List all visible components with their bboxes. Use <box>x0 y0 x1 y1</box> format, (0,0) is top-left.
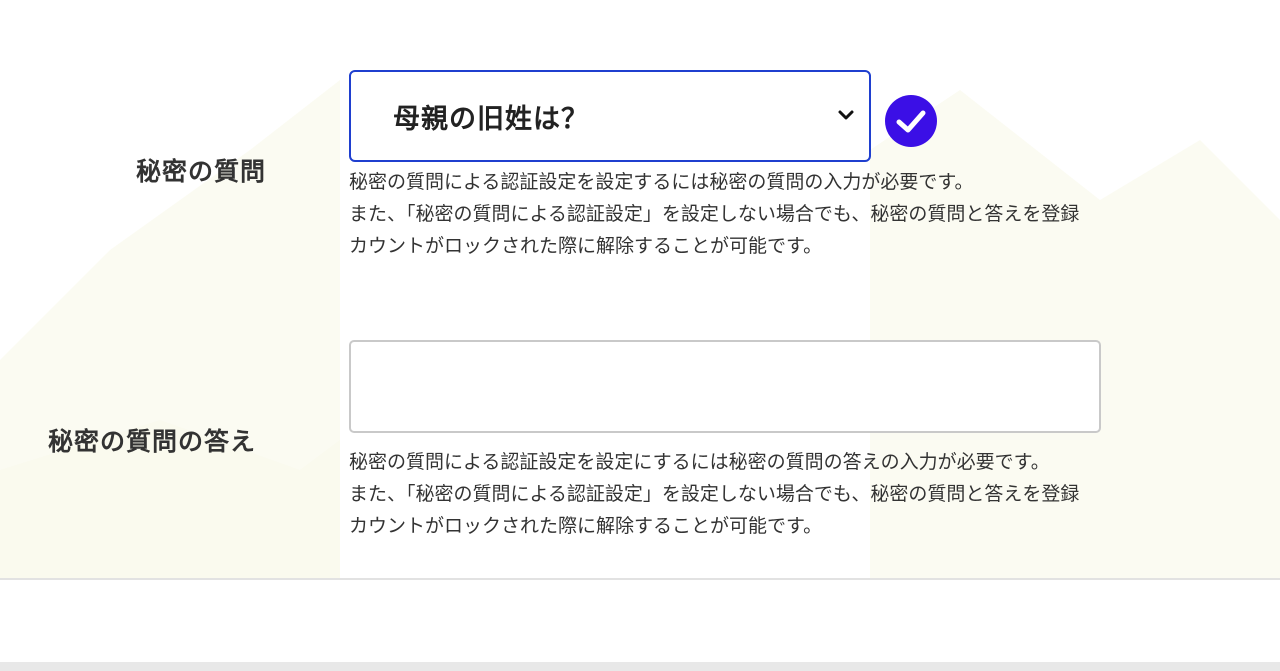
secret-question-selected-value: 母親の旧姓は？ <box>393 103 589 135</box>
help-line: また、「秘密の質問による認証設定」を設定しない場合でも、秘密の質問と答えを登録 <box>349 483 1080 505</box>
help-line: 秘密の質問による認証設定を設定するには秘密の質問の入力が必要です。 <box>349 171 974 193</box>
secret-answer-help-text: 秘密の質問による認証設定を設定にするには秘密の質問の答えの入力が必要です。 また… <box>349 446 1280 542</box>
help-line: また、「秘密の質問による認証設定」を設定しない場合でも、秘密の質問と答えを登録 <box>349 203 1080 225</box>
check-circle-icon <box>885 95 937 147</box>
secret-answer-input[interactable] <box>349 340 1101 433</box>
bottom-bar <box>0 662 1280 671</box>
secret-question-select[interactable]: 母親の旧姓は？ <box>349 70 871 162</box>
help-line: 秘密の質問による認証設定を設定にするには秘密の質問の答えの入力が必要です。 <box>349 451 1050 473</box>
secret-question-help-text: 秘密の質問による認証設定を設定するには秘密の質問の入力が必要です。 また、「秘密… <box>349 166 1280 262</box>
secret-answer-label: 秘密の質問の答え <box>48 427 257 456</box>
chevron-down-icon <box>838 110 854 120</box>
help-line: カウントがロックされた際に解除することが可能です。 <box>349 515 823 537</box>
secret-question-label: 秘密の質問 <box>136 157 267 186</box>
help-line: カウントがロックされた際に解除することが可能です。 <box>349 235 823 257</box>
secret-question-form: 秘密の質問 母親の旧姓は？ 秘密の質問による認証設定を設定するには秘密の質問の入… <box>0 0 1280 580</box>
section-divider <box>0 578 1280 580</box>
